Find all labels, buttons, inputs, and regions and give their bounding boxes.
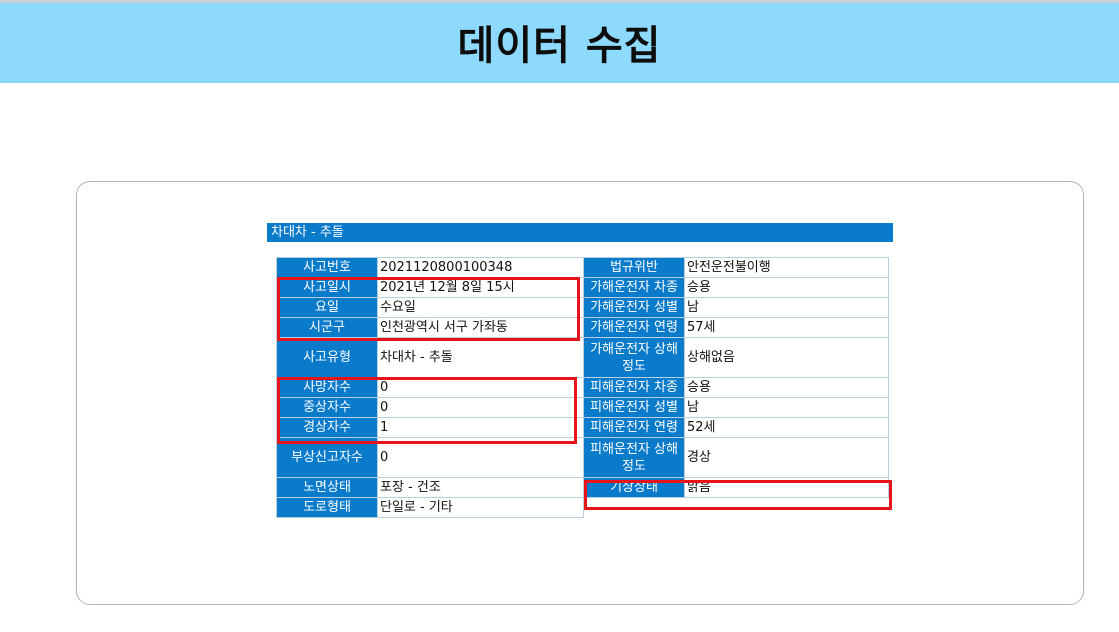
table-row: 중상자수 0 피해운전자 성별 남 — [276, 397, 889, 418]
accident-info-table: 사고번호 2021120800100348 법규위반 안전운전불이행 사고일시 … — [276, 257, 889, 518]
table-row: 요일 수요일 가해운전자 성별 남 — [276, 297, 889, 318]
value-victim-age: 52세 — [684, 417, 889, 438]
label-reported-injuries: 부상신고자수 — [276, 437, 378, 478]
label-victim-age: 피해운전자 연령 — [583, 417, 685, 438]
label-accident-datetime: 사고일시 — [276, 277, 378, 298]
value-offender-injury: 상해없음 — [684, 337, 889, 378]
label-district: 시군구 — [276, 317, 378, 338]
page-title: 데이터 수집 — [457, 23, 662, 69]
value-offender-vehicle: 승용 — [684, 277, 889, 298]
section-title: 차대차 - 추돌 — [267, 223, 893, 242]
label-deaths: 사망자수 — [276, 377, 378, 398]
value-district: 인천광역시 서구 가좌동 — [377, 317, 584, 338]
label-victim-gender: 피해운전자 성별 — [583, 397, 685, 418]
label-victim-vehicle: 피해운전자 차종 — [583, 377, 685, 398]
value-accident-type: 차대차 - 추돌 — [377, 337, 584, 378]
table-row: 경상자수 1 피해운전자 연령 52세 — [276, 417, 889, 438]
label-violation: 법규위반 — [583, 257, 685, 278]
table-row: 사고번호 2021120800100348 법규위반 안전운전불이행 — [276, 257, 889, 278]
label-offender-age: 가해운전자 연령 — [583, 317, 685, 338]
value-victim-injury: 경상 — [684, 437, 889, 478]
table-row: 사고일시 2021년 12월 8일 15시 가해운전자 차종 승용 — [276, 277, 889, 298]
value-weather: 맑음 — [684, 477, 889, 498]
value-offender-age: 57세 — [684, 317, 889, 338]
page-header: 데이터 수집 — [0, 0, 1119, 83]
label-offender-gender: 가해운전자 성별 — [583, 297, 685, 318]
label-victim-injury: 피해운전자 상해정도 — [583, 437, 685, 478]
table-row: 부상신고자수 0 피해운전자 상해정도 경상 — [276, 437, 889, 478]
value-road-type: 단일로 - 기타 — [377, 497, 584, 518]
label-minor-injuries: 경상자수 — [276, 417, 378, 438]
label-weekday: 요일 — [276, 297, 378, 318]
value-accident-datetime: 2021년 12월 8일 15시 — [377, 277, 584, 298]
value-road-surface: 포장 - 건조 — [377, 477, 584, 498]
value-reported-injuries: 0 — [377, 437, 584, 478]
value-minor-injuries: 1 — [377, 417, 584, 438]
label-serious-injuries: 중상자수 — [276, 397, 378, 418]
label-road-surface: 노면상태 — [276, 477, 378, 498]
table-row: 노면상태 포장 - 건조 기상상태 맑음 — [276, 477, 889, 498]
value-victim-gender: 남 — [684, 397, 889, 418]
label-offender-injury: 가해운전자 상해정도 — [583, 337, 685, 378]
label-offender-vehicle: 가해운전자 차종 — [583, 277, 685, 298]
table-row: 사고유형 차대차 - 추돌 가해운전자 상해정도 상해없음 — [276, 337, 889, 378]
value-offender-gender: 남 — [684, 297, 889, 318]
table-row: 도로형태 단일로 - 기타 — [276, 497, 889, 518]
value-violation: 안전운전불이행 — [684, 257, 889, 278]
table-row: 시군구 인천광역시 서구 가좌동 가해운전자 연령 57세 — [276, 317, 889, 338]
label-road-type: 도로형태 — [276, 497, 378, 518]
empty-cell — [684, 497, 889, 518]
table-row: 사망자수 0 피해운전자 차종 승용 — [276, 377, 889, 398]
value-victim-vehicle: 승용 — [684, 377, 889, 398]
label-accident-type: 사고유형 — [276, 337, 378, 378]
value-deaths: 0 — [377, 377, 584, 398]
empty-cell — [583, 497, 685, 518]
label-weather: 기상상태 — [583, 477, 685, 498]
value-accident-number: 2021120800100348 — [377, 257, 584, 278]
label-accident-number: 사고번호 — [276, 257, 378, 278]
value-serious-injuries: 0 — [377, 397, 584, 418]
value-weekday: 수요일 — [377, 297, 584, 318]
